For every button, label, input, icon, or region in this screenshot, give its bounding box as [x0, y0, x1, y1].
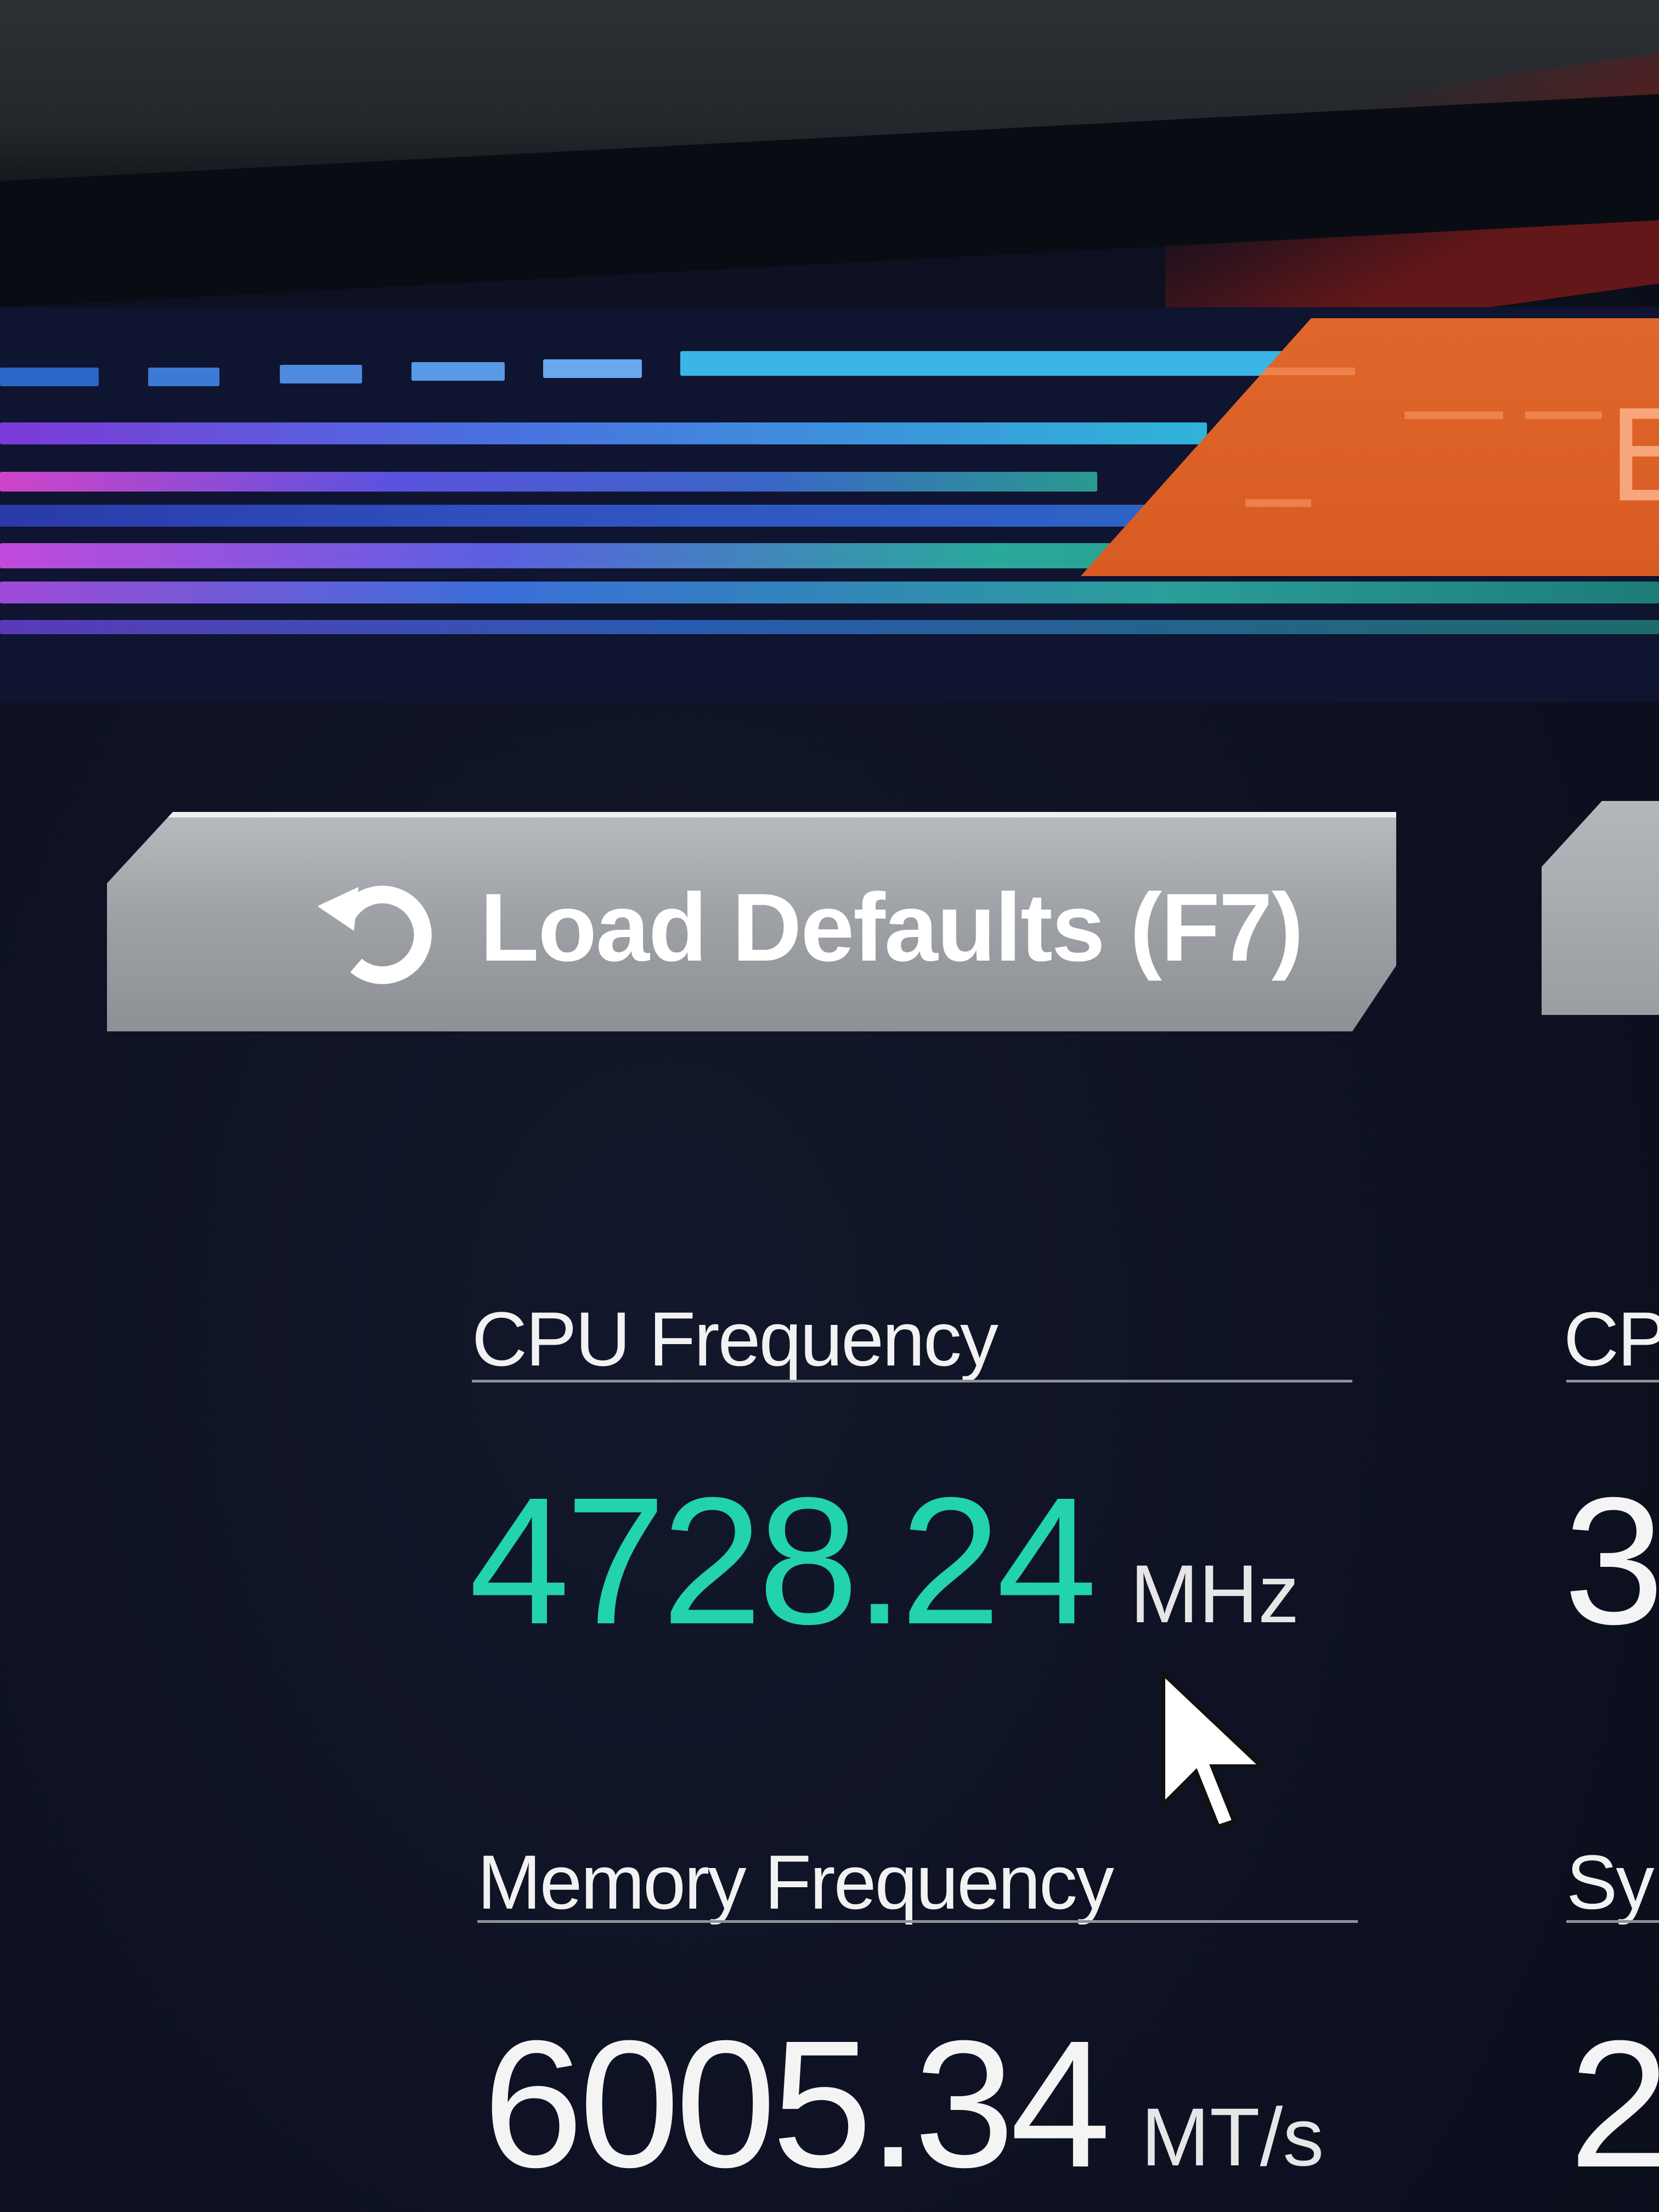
header-stripe	[0, 422, 1207, 444]
cpu-secondary-value: 3	[1564, 1459, 1659, 1662]
panel-dash	[1404, 411, 1503, 419]
cpu-frequency-unit: MHz	[1130, 1548, 1300, 1640]
memory-frequency-divider	[477, 1920, 1358, 1923]
header-banner: E	[0, 307, 1659, 702]
next-action-button[interactable]	[1542, 801, 1659, 1015]
panel-dash	[1245, 499, 1311, 507]
panel-letter: E	[1607, 384, 1659, 531]
cpu-frequency-divider	[472, 1380, 1352, 1383]
cpu-frequency-label: CPU Frequency	[472, 1296, 998, 1382]
memory-frequency-unit: MT/s	[1141, 2091, 1324, 2183]
memory-frequency-label: Memory Frequency	[477, 1839, 1114, 1925]
header-stripe	[0, 582, 1659, 603]
system-label: Sy	[1566, 1839, 1654, 1925]
load-defaults-button[interactable]: Load Defaults (F7)	[107, 812, 1396, 1031]
load-defaults-label: Load Defaults (F7)	[480, 874, 1304, 981]
cpu-secondary-label: CP	[1564, 1296, 1659, 1382]
header-stripe	[411, 362, 505, 381]
header-stripe	[680, 351, 1284, 376]
cpu-frequency-value: 4728.24	[469, 1459, 1097, 1662]
reset-icon	[318, 885, 432, 984]
header-stripe	[543, 359, 642, 378]
cpu-secondary-divider	[1566, 1380, 1659, 1383]
header-stripe	[0, 620, 1659, 634]
memory-frequency-value: 6005.34	[483, 2002, 1111, 2205]
system-value: 2	[1569, 2002, 1659, 2205]
system-divider	[1566, 1920, 1659, 1923]
header-stripe	[148, 368, 219, 386]
panel-dash	[1525, 411, 1602, 419]
header-stripe	[0, 472, 1097, 492]
header-stripe	[0, 368, 99, 386]
bios-screen: E Load Defaults (F7) CPU Frequency 4728.…	[0, 0, 1659, 2212]
header-stripe	[280, 365, 362, 383]
header-stripe	[0, 505, 1262, 527]
mouse-pointer-icon	[1161, 1668, 1268, 1830]
